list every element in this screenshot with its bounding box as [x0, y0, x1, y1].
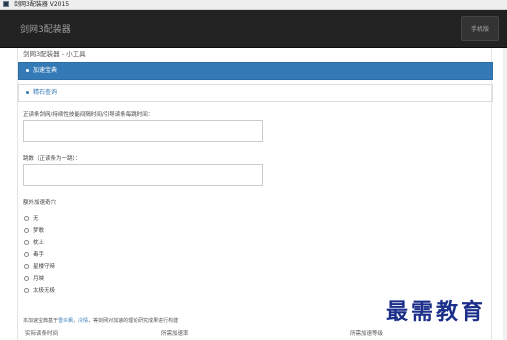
navbar: 剑网3配装器 手机版: [0, 10, 507, 48]
radio-label: 毒手: [33, 252, 45, 258]
page-title: 剑网3配装器 - 小工具: [23, 48, 486, 63]
cast-time-input[interactable]: [23, 120, 263, 142]
list-item-label: 精石查询: [33, 89, 58, 96]
result-table-header: 实际读条时间 所需加速率 所需加速等级: [23, 329, 483, 339]
column-header: 实际读条时间: [25, 331, 59, 337]
radio-circle-icon: [24, 264, 29, 269]
field1-label: 正读条剑网/持续性技能间隔时间/引导读条每跳时间：: [23, 112, 154, 118]
radio-label: 枕上: [33, 240, 45, 246]
list-item-gem-query[interactable]: 精石查询: [18, 84, 493, 102]
radio-label: 无: [33, 216, 39, 222]
window-title-bar: 剑网3配装器 V2015: [0, 0, 507, 10]
radio-option-2[interactable]: 梦歌: [24, 226, 44, 236]
author-link-2[interactable]: 冷情: [78, 318, 88, 324]
radio-option-none[interactable]: 无: [24, 214, 39, 224]
radio-option-4[interactable]: 毒手: [24, 250, 44, 260]
footnote: 本加速宝典基于雪炎枫，冷情，等剑网对加速的理论研究成果进行构建: [23, 317, 178, 324]
radio-label: 月映: [33, 276, 45, 282]
footnote-text: 本加速宝典基于: [23, 318, 59, 324]
column-header: 所需加速等级: [350, 331, 384, 337]
list-item-label: 加速宝典: [33, 67, 58, 74]
radio-circle-icon: [24, 228, 29, 233]
radio-option-6[interactable]: 月映: [24, 274, 44, 284]
radio-circle-icon: [24, 276, 29, 281]
bullet-icon: [26, 69, 29, 72]
app-icon: [3, 1, 9, 7]
radio-option-3[interactable]: 枕上: [24, 238, 44, 248]
radio-circle-icon: [24, 240, 29, 245]
field2-label: 跳数（正读条为一跳）：: [23, 156, 81, 162]
radio-circle-icon: [24, 216, 29, 221]
author-link-1[interactable]: 雪炎枫: [58, 318, 73, 324]
navbar-toggle-button[interactable]: 手机版: [461, 16, 499, 41]
navbar-brand[interactable]: 剑网3配装器: [20, 22, 71, 35]
footnote-text: ，等剑网对加速的理论研究成果进行构建: [88, 318, 179, 324]
bullet-icon: [26, 91, 29, 94]
radio-option-5[interactable]: 星楼守時: [24, 262, 55, 272]
radio-group-label: 额外加速奇穴: [23, 200, 57, 206]
radio-label: 梦歌: [33, 228, 45, 234]
radio-label: 星楼守時: [33, 264, 56, 270]
radio-circle-icon: [24, 252, 29, 257]
radio-option-7[interactable]: 太极无极: [24, 286, 55, 296]
list-item-speed-guide[interactable]: 加速宝典: [18, 62, 493, 80]
watermark-text: 最需教育: [386, 299, 487, 325]
radio-label: 太极无极: [33, 288, 56, 294]
tool-list: 加速宝典 精石查询: [18, 62, 493, 102]
scrollbar[interactable]: [503, 48, 507, 340]
column-header: 所需加速率: [161, 331, 189, 337]
window-title: 剑网3配装器 V2015: [14, 1, 70, 8]
radio-circle-icon: [24, 288, 29, 293]
tick-count-input[interactable]: [23, 164, 263, 186]
